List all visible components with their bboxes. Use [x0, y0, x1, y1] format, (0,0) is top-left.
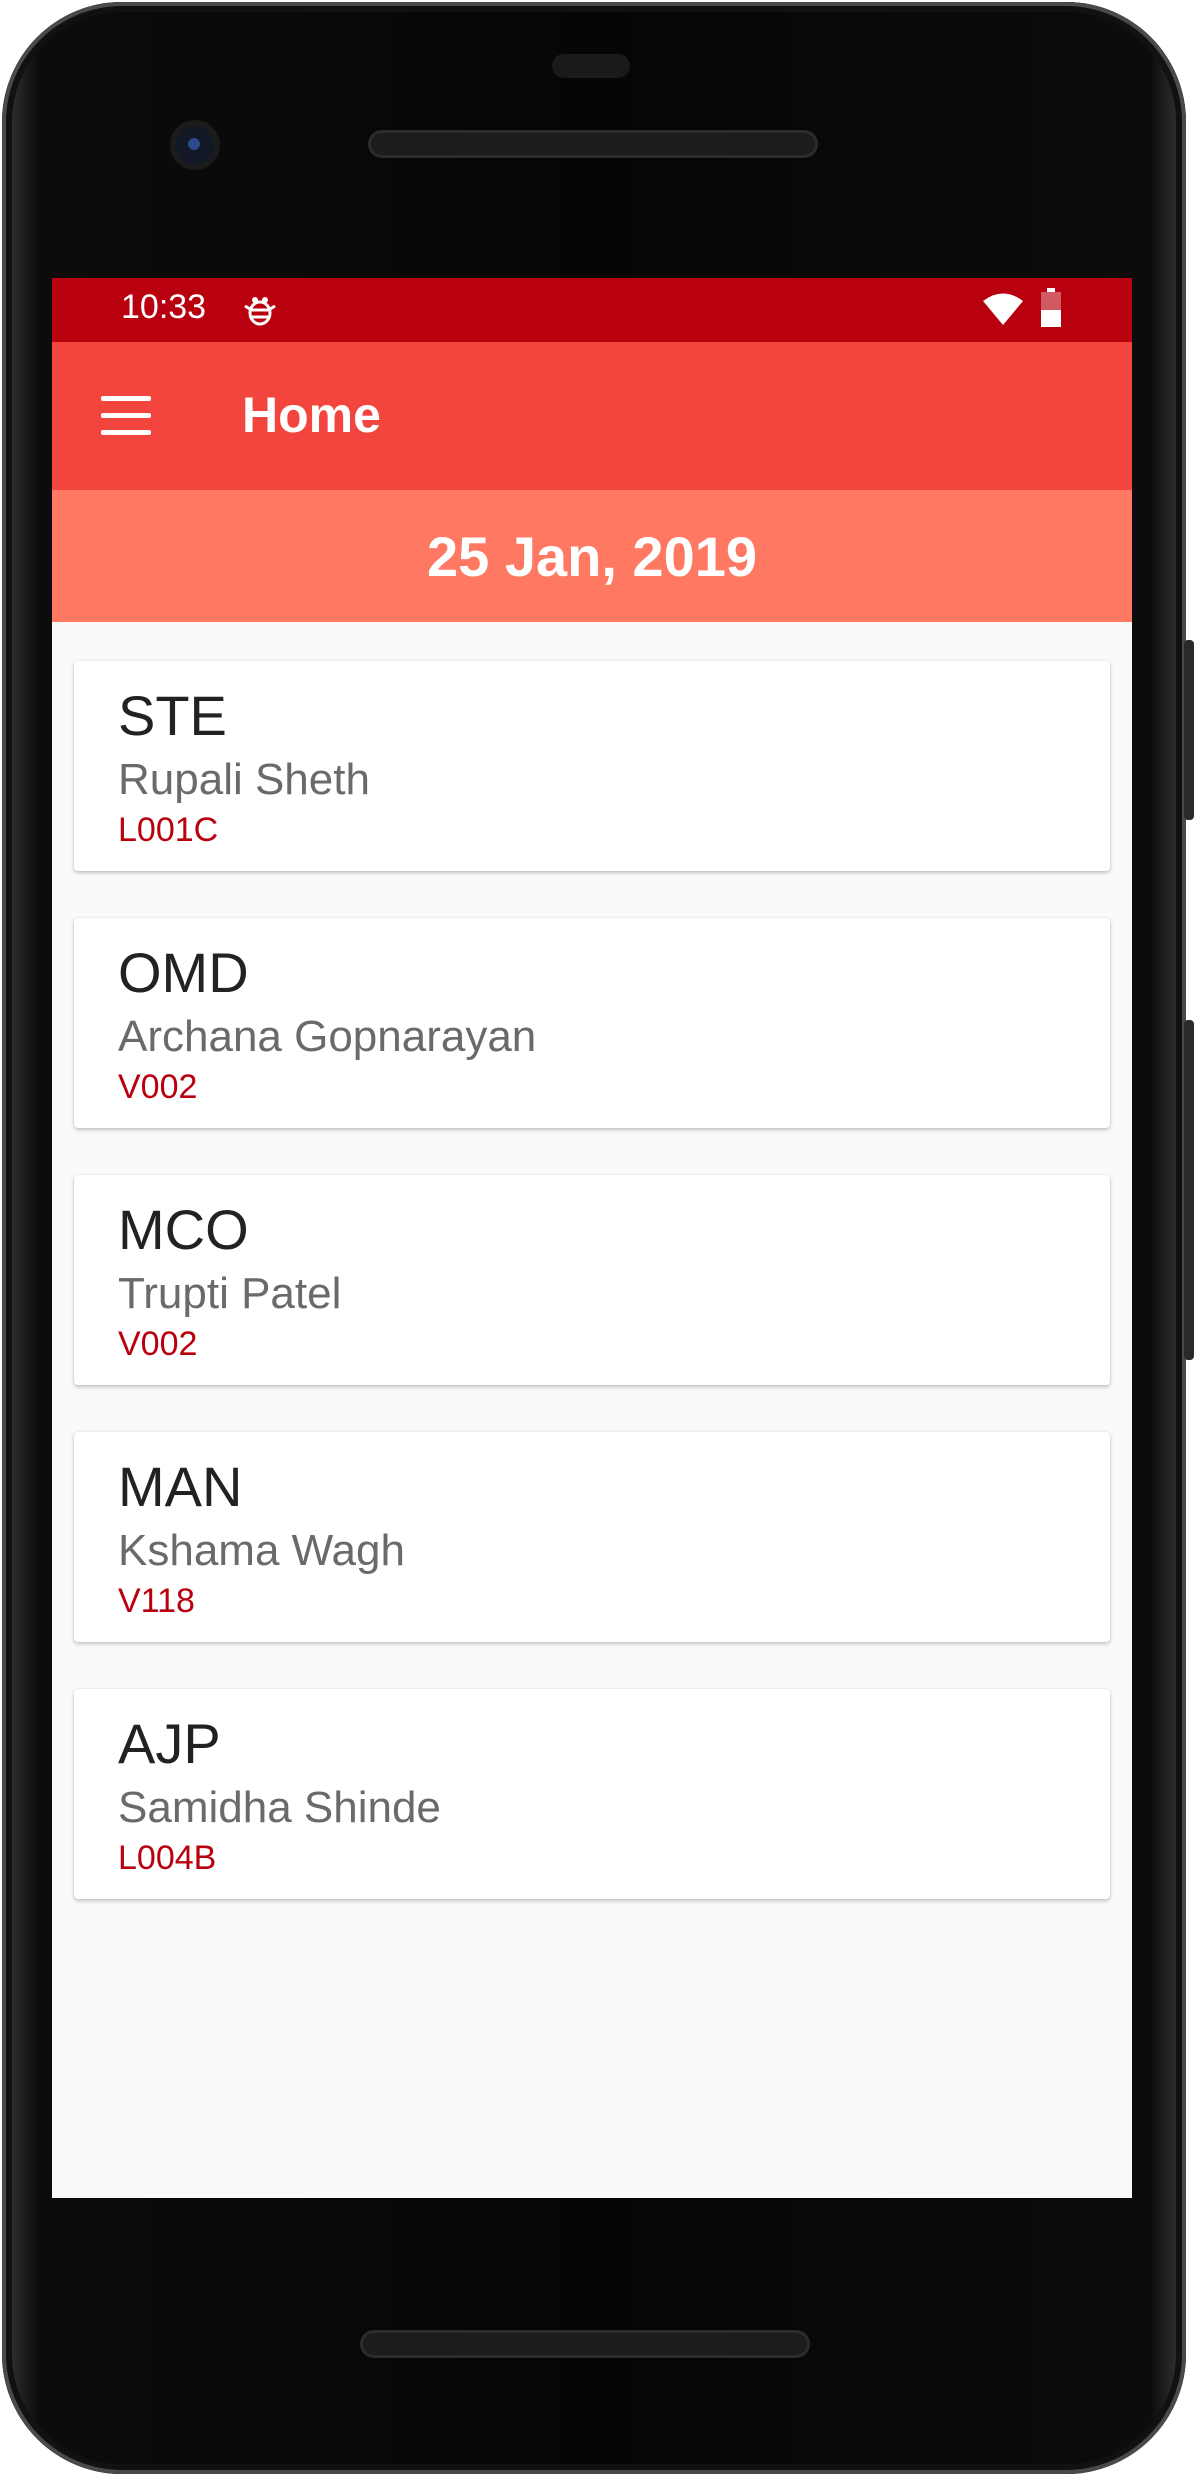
battery-icon — [1041, 288, 1061, 327]
status-bar: 10:33 — [52, 278, 1132, 342]
list-item[interactable]: AJP Samidha Shinde L004B — [74, 1689, 1110, 1899]
app-bar: Home — [52, 342, 1132, 490]
item-name: Samidha Shinde — [118, 1783, 441, 1832]
wifi-icon — [983, 293, 1023, 325]
list-item[interactable]: MCO Trupti Patel V002 — [74, 1175, 1110, 1385]
status-time: 10:33 — [121, 288, 207, 326]
item-name: Rupali Sheth — [118, 755, 370, 804]
front-camera — [176, 126, 214, 164]
screen: 10:33 Home 25 Jan, 2019 STE Rupali Sheth… — [52, 278, 1132, 2198]
item-code: MAN — [118, 1455, 243, 1518]
list-item[interactable]: MAN Kshama Wagh V118 — [74, 1432, 1110, 1642]
list-item[interactable]: OMD Archana Gopnarayan V002 — [74, 918, 1110, 1128]
top-speaker-grille — [368, 130, 818, 158]
item-code: OMD — [118, 941, 249, 1004]
list-item[interactable]: STE Rupali Sheth L001C — [74, 661, 1110, 871]
item-id: L001C — [118, 811, 219, 849]
page-title: Home — [242, 387, 381, 443]
bottom-speaker-grille — [360, 2330, 810, 2358]
item-id: L004B — [118, 1839, 217, 1877]
item-id: V002 — [118, 1325, 198, 1363]
bug-icon — [244, 297, 276, 326]
phone-frame: 10:33 Home 25 Jan, 2019 STE Rupali Sheth… — [0, 0, 1194, 2480]
date-header: 25 Jan, 2019 — [52, 490, 1132, 622]
item-name: Trupti Patel — [118, 1269, 342, 1318]
item-code: AJP — [118, 1712, 221, 1775]
item-code: MCO — [118, 1198, 249, 1261]
item-code: STE — [118, 684, 227, 747]
item-name: Kshama Wagh — [118, 1526, 405, 1575]
item-id: V118 — [118, 1582, 195, 1620]
date-label: 25 Jan, 2019 — [426, 525, 758, 588]
item-name: Archana Gopnarayan — [118, 1012, 537, 1061]
hamburger-menu-icon[interactable] — [92, 386, 162, 446]
volume-button — [1184, 1020, 1194, 1360]
item-id: V002 — [118, 1068, 198, 1106]
power-button — [1184, 640, 1194, 820]
earpiece — [552, 54, 630, 78]
